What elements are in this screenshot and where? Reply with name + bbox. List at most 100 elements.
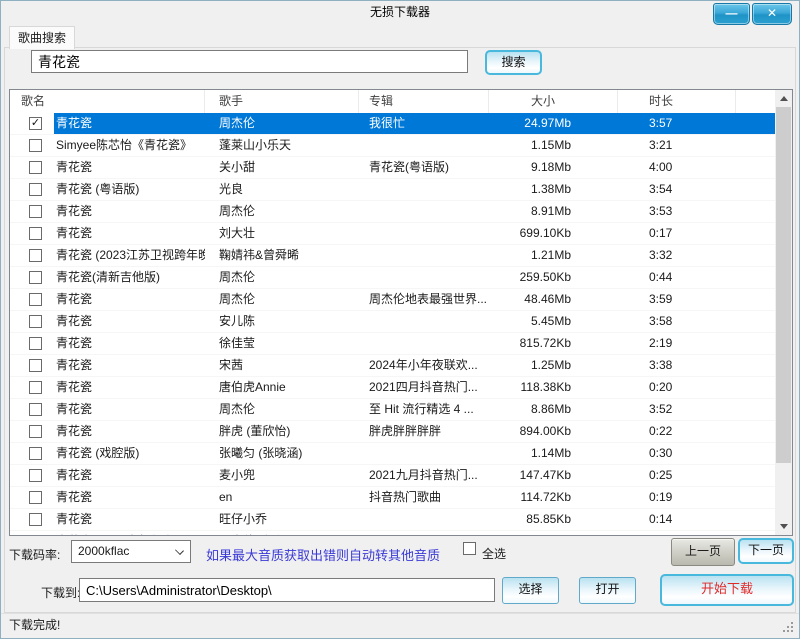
table-row[interactable]: 青花瓷 周杰伦 至 Hit 流行精选 4 ... 8.86Mb 3:52 [10,399,775,421]
open-folder-button[interactable]: 打开 [579,577,636,604]
row-checkbox[interactable] [29,183,42,196]
table-row[interactable]: 青花瓷 宋茜 2024年小年夜联欢... 1.25Mb 3:38 [10,355,775,377]
row-checkbox[interactable] [29,161,42,174]
table-row[interactable]: 青花瓷 麦小兜 2021九月抖音热门... 147.47Kb 0:25 [10,465,775,487]
table-row[interactable]: 青花瓷 刘大壮 699.10Kb 0:17 [10,223,775,245]
row-checkbox[interactable] [29,293,42,306]
row-main[interactable]: 青花瓷 旺仔小乔 85.85Kb 0:14 [54,509,775,530]
cell-artist: 胖虎 (董欣怡) [205,421,359,442]
row-checkbox[interactable] [29,425,42,438]
row-main[interactable]: 青花瓷 (戏腔版) 张曦匀 (张晓涵) 1.14Mb 0:30 [54,443,775,464]
cell-duration: 2:19 [618,333,736,354]
row-main[interactable]: 青花瓷 安儿陈 5.45Mb 3:58 [54,311,775,332]
prev-page-button[interactable]: 上一页 [671,538,735,566]
table-row[interactable]: 青花瓷 (2023江苏卫视跨年晚... 鞠婧祎&曾舜晞 1.21Mb 3:32 [10,245,775,267]
header-size[interactable]: 大小 [489,90,618,113]
cell-size: 894.00Kb [489,421,618,442]
row-main[interactable]: 青花瓷 (2023嘉年华世界巡回... 周杰伦&郎朗 1.35Mb 3:53 [54,531,775,535]
close-button[interactable]: ✕ [752,3,792,25]
bitrate-select[interactable]: 2000kflac [71,540,191,563]
tab-label: 歌曲搜索 [18,31,66,45]
vertical-scrollbar[interactable] [775,90,792,535]
row-checkbox[interactable] [29,337,42,350]
header-artist[interactable]: 歌手 [205,90,359,113]
start-download-button[interactable]: 开始下载 [660,574,794,606]
table-row[interactable]: 青花瓷 胖虎 (董欣怡) 胖虎胖胖胖胖 894.00Kb 0:22 [10,421,775,443]
row-checkbox[interactable] [29,381,42,394]
table-row[interactable]: ✓ 青花瓷 周杰伦 我很忙 24.97Mb 3:57 [10,113,775,135]
cell-duration: 0:30 [618,443,736,464]
cell-duration: 3:32 [618,245,736,266]
table-row[interactable]: 青花瓷 en 抖音热门歌曲 114.72Kb 0:19 [10,487,775,509]
row-checkbox[interactable] [29,271,42,284]
row-checkbox[interactable] [29,513,42,526]
row-checkbox-zone: ✓ [10,113,54,134]
resize-grip-icon[interactable] [783,622,785,624]
row-checkbox[interactable] [29,249,42,262]
table-row[interactable]: 青花瓷 徐佳莹 815.72Kb 2:19 [10,333,775,355]
table-row[interactable]: 青花瓷 周杰伦 周杰伦地表最强世界... 48.46Mb 3:59 [10,289,775,311]
title-bar[interactable]: 无损下载器 — ✕ [1,1,799,25]
cell-artist: 周杰伦 [205,201,359,222]
row-checkbox[interactable] [29,359,42,372]
table-row[interactable]: 青花瓷 安儿陈 5.45Mb 3:58 [10,311,775,333]
row-checkbox[interactable] [29,469,42,482]
cell-spacer [736,443,775,464]
table-row[interactable]: Simyee陈芯怡《青花瓷》 蓬莱山小乐天 1.15Mb 3:21 [10,135,775,157]
cell-song-name: 青花瓷 [54,333,205,354]
row-main[interactable]: 青花瓷 周杰伦 周杰伦地表最强世界... 48.46Mb 3:59 [54,289,775,310]
row-checkbox[interactable] [29,315,42,328]
header-album[interactable]: 专辑 [359,90,489,113]
cell-song-name: 青花瓷 [54,289,205,310]
row-checkbox[interactable]: ✓ [29,117,42,130]
row-main[interactable]: 青花瓷 周杰伦 8.91Mb 3:53 [54,201,775,222]
table-row[interactable]: 青花瓷 周杰伦 8.91Mb 3:53 [10,201,775,223]
row-main[interactable]: 青花瓷 刘大壮 699.10Kb 0:17 [54,223,775,244]
scroll-down-button[interactable] [775,518,792,535]
table-row[interactable]: 青花瓷 (2023嘉年华世界巡回... 周杰伦&郎朗 1.35Mb 3:53 [10,531,775,535]
row-main[interactable]: Simyee陈芯怡《青花瓷》 蓬莱山小乐天 1.15Mb 3:21 [54,135,775,156]
row-main[interactable]: 青花瓷 en 抖音热门歌曲 114.72Kb 0:19 [54,487,775,508]
next-page-button[interactable]: 下一页 [738,538,794,564]
row-main[interactable]: 青花瓷 关小甜 青花瓷(粤语版) 9.18Mb 4:00 [54,157,775,178]
destination-path-input[interactable] [79,578,495,602]
scrollbar-thumb[interactable] [776,107,791,463]
row-main[interactable]: 青花瓷(清新吉他版) 周杰伦 259.50Kb 0:44 [54,267,775,288]
cell-album: 周杰伦地表最强世界... [359,289,489,310]
select-all-checkbox[interactable] [463,542,476,555]
row-main[interactable]: 青花瓷 徐佳莹 815.72Kb 2:19 [54,333,775,354]
row-main[interactable]: 青花瓷 唐伯虎Annie 2021四月抖音热门... 118.38Kb 0:20 [54,377,775,398]
header-song-name[interactable]: 歌名 [10,90,205,113]
cell-album [359,223,489,244]
row-main[interactable]: 青花瓷 宋茜 2024年小年夜联欢... 1.25Mb 3:38 [54,355,775,376]
table-row[interactable]: 青花瓷 (粤语版) 光良 1.38Mb 3:54 [10,179,775,201]
row-main[interactable]: 青花瓷 (2023江苏卫视跨年晚... 鞠婧祎&曾舜晞 1.21Mb 3:32 [54,245,775,266]
header-duration[interactable]: 时长 [618,90,736,113]
scroll-up-button[interactable] [775,90,792,107]
row-checkbox[interactable] [29,403,42,416]
table-row[interactable]: 青花瓷 关小甜 青花瓷(粤语版) 9.18Mb 4:00 [10,157,775,179]
row-checkbox[interactable] [29,205,42,218]
row-checkbox[interactable] [29,139,42,152]
row-checkbox[interactable] [29,491,42,504]
row-main[interactable]: 青花瓷 胖虎 (董欣怡) 胖虎胖胖胖胖 894.00Kb 0:22 [54,421,775,442]
search-input[interactable] [31,50,468,73]
minimize-button[interactable]: — [713,3,750,25]
row-main[interactable]: 青花瓷 周杰伦 至 Hit 流行精选 4 ... 8.86Mb 3:52 [54,399,775,420]
row-checkbox[interactable] [29,447,42,460]
table-row[interactable]: 青花瓷 旺仔小乔 85.85Kb 0:14 [10,509,775,531]
tab-song-search[interactable]: 歌曲搜索 [9,26,75,49]
row-checkbox[interactable] [29,227,42,240]
row-checkbox-zone [10,465,54,486]
cell-spacer [736,245,775,266]
choose-folder-button[interactable]: 选择 [502,577,559,604]
cell-spacer [736,289,775,310]
row-main[interactable]: 青花瓷 (粤语版) 光良 1.38Mb 3:54 [54,179,775,200]
search-button[interactable]: 搜索 [485,50,542,75]
row-main[interactable]: 青花瓷 周杰伦 我很忙 24.97Mb 3:57 [54,113,775,134]
row-main[interactable]: 青花瓷 麦小兜 2021九月抖音热门... 147.47Kb 0:25 [54,465,775,486]
table-row[interactable]: 青花瓷(清新吉他版) 周杰伦 259.50Kb 0:44 [10,267,775,289]
table-row[interactable]: 青花瓷 (戏腔版) 张曦匀 (张晓涵) 1.14Mb 0:30 [10,443,775,465]
table-row[interactable]: 青花瓷 唐伯虎Annie 2021四月抖音热门... 118.38Kb 0:20 [10,377,775,399]
chevron-down-icon [175,546,184,555]
